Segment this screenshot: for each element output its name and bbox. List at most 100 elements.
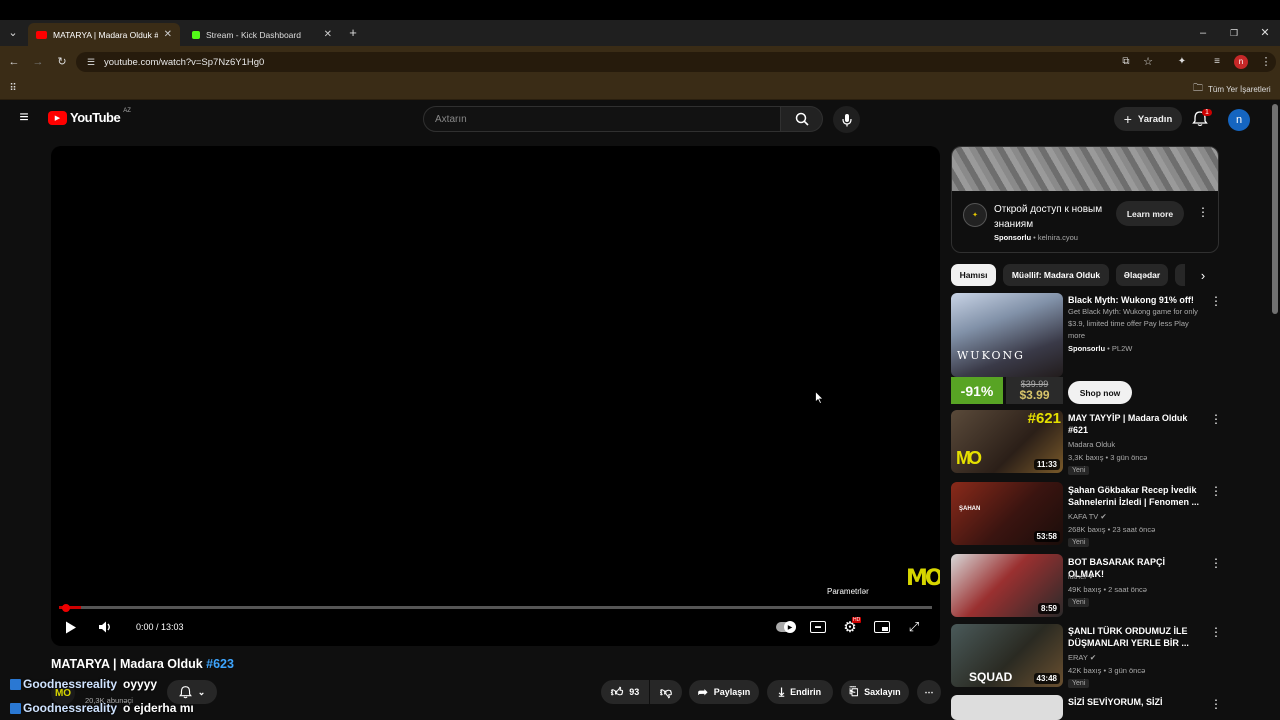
scrubber-handle[interactable] xyxy=(62,603,70,612)
tab-kick[interactable]: Stream - Kick Dashboard ✕ xyxy=(184,23,340,46)
save-button[interactable]: ⎗ Saxlayın xyxy=(841,680,909,704)
learn-more-button[interactable]: Learn more xyxy=(1116,201,1184,226)
video-player[interactable]: MO Parametrlər 0:00 / 13:03 ▶ ▬ ⚙ HD ⤢ xyxy=(51,146,940,646)
ad-title[interactable]: Открой доступ к новым знаниям xyxy=(994,202,1104,232)
thumbnail-text: WUKONG xyxy=(957,349,1025,362)
more-vert-icon[interactable]: ⋮ xyxy=(1210,485,1222,497)
recommendation-thumbnail[interactable]: WUKONG xyxy=(951,293,1063,377)
duration-badge: 8:59 xyxy=(1037,603,1060,614)
search-input[interactable]: Axtarın xyxy=(423,106,781,132)
recommendation-thumbnail[interactable] xyxy=(951,695,1063,720)
advertiser-logo[interactable]: ✦ xyxy=(963,203,987,227)
tab-youtube[interactable]: MATARYA | Madara Olduk #623 ✕ xyxy=(28,23,180,46)
fullscreen-button[interactable]: ⤢ xyxy=(907,619,921,634)
channel-watermark[interactable]: MO xyxy=(906,566,940,591)
more-vert-icon[interactable]: ⋮ xyxy=(1210,626,1222,638)
chip-related[interactable]: Əlaqədar xyxy=(1116,264,1168,286)
address-bar[interactable]: ☰ youtube.com/watch?v=Sp7Nz6Y1Hg0 xyxy=(76,52,1276,72)
browser-menu-icon[interactable]: ⋮ xyxy=(1259,55,1273,69)
profile-avatar[interactable]: n xyxy=(1234,55,1248,69)
create-button[interactable]: + Yaradın xyxy=(1114,107,1182,131)
tab-title: MATARYA | Madara Olduk #623 xyxy=(53,29,158,40)
more-vert-icon[interactable]: ⋮ xyxy=(1210,413,1222,425)
channel-name[interactable]: Madara Olduk xyxy=(1068,438,1115,451)
sponsored-label: Sponsorlu xyxy=(1068,344,1106,353)
account-avatar[interactable]: n xyxy=(1228,109,1250,131)
recommendation-title[interactable]: Şahan Gökbakar Recep İvedik Sahnelerini … xyxy=(1068,484,1203,508)
forward-icon[interactable]: → xyxy=(31,55,45,69)
recommendation-title[interactable]: SİZİ SEVİYORUM, SİZİ xyxy=(1068,696,1203,708)
chip-partial[interactable] xyxy=(1175,264,1185,286)
more-vert-icon[interactable]: ⋮ xyxy=(1210,698,1222,710)
volume-button[interactable] xyxy=(97,620,113,634)
youtube-logo[interactable]: ▶ YouTube AZ xyxy=(48,108,131,125)
ad-description: Get Black Myth: Wukong game for only $3.… xyxy=(1068,307,1198,340)
channel-name-text: luther xyxy=(1068,572,1087,581)
new-tab-icon[interactable]: + xyxy=(346,26,360,40)
recommendation-thumbnail[interactable]: ŞAHAN 53:58 xyxy=(951,482,1063,545)
search-button[interactable] xyxy=(781,106,823,132)
progress-bar[interactable] xyxy=(59,603,932,612)
install-app-icon[interactable]: ⧉ xyxy=(1119,55,1133,69)
voice-search-button[interactable] xyxy=(833,106,860,133)
recommendation-title[interactable]: MAY TAYYİP | Madara Olduk #621 xyxy=(1068,412,1203,436)
page-scrollbar[interactable] xyxy=(1272,104,1278,314)
download-button[interactable]: ⤓ Endirin xyxy=(767,680,833,704)
autoplay-toggle[interactable]: ▶ xyxy=(776,621,796,633)
video-hashtag[interactable]: #623 xyxy=(206,657,234,671)
play-button[interactable] xyxy=(64,620,78,634)
recommendation-thumbnail[interactable]: #621 MO 11:33 xyxy=(951,410,1063,473)
channel-name[interactable]: luther ✔ xyxy=(1068,570,1095,583)
ad-banner-image[interactable] xyxy=(952,147,1218,191)
thumbnail-logo: MO xyxy=(956,448,982,468)
video-meta: 3,3K baxış • 3 gün öncə xyxy=(1068,453,1148,462)
tab-search-icon[interactable]: ⌄ xyxy=(6,26,20,40)
chevron-down-icon: ⌄ xyxy=(197,686,206,697)
chips-next-button[interactable]: › xyxy=(1190,264,1216,286)
more-vert-icon[interactable]: ⋮ xyxy=(1210,557,1222,569)
chip-all[interactable]: Hamısı xyxy=(951,264,996,286)
dislike-button[interactable]: 👎︎ xyxy=(650,680,682,704)
like-count: 93 xyxy=(629,687,640,697)
channel-name[interactable]: ERAY ✔ xyxy=(1068,651,1096,664)
restore-icon[interactable]: ❐ xyxy=(1227,26,1241,40)
media-control-icon[interactable]: ≡ xyxy=(1210,55,1224,69)
miniplayer-button[interactable] xyxy=(874,621,890,633)
share-button[interactable]: ➦ Paylaşın xyxy=(689,680,759,704)
channel-name[interactable]: KAFA TV ✔ xyxy=(1068,510,1107,523)
close-tab-icon[interactable]: ✕ xyxy=(324,29,332,40)
shop-now-button[interactable]: Shop now xyxy=(1068,381,1132,404)
more-actions-button[interactable]: ⋯ xyxy=(917,680,941,704)
chat-overlay-message: Goodnessreality oyyyy xyxy=(10,677,157,691)
back-icon[interactable]: ← xyxy=(7,55,21,69)
recommendation-title[interactable]: Black Myth: Wukong 91% off! xyxy=(1068,294,1203,306)
all-bookmarks[interactable]: 🗀 Tüm Yer İşaretleri xyxy=(1193,81,1271,98)
extensions-icon[interactable]: ✦ xyxy=(1175,55,1189,69)
close-tab-icon[interactable]: ✕ xyxy=(164,29,172,40)
bookmark-star-icon[interactable]: ☆ xyxy=(1141,55,1155,69)
video-meta: 49K baxış • 2 saat öncə xyxy=(1068,585,1147,594)
ad-menu-icon[interactable]: ⋮ xyxy=(1197,205,1209,219)
site-info-icon[interactable]: ☰ xyxy=(84,55,98,69)
youtube-wordmark: YouTube xyxy=(70,110,121,125)
thumbnail-text: #621 xyxy=(1027,410,1061,427)
recommendation-title[interactable]: ŞANLI TÜRK ORDUMUZ İLE DÜŞMANLARI YERLE … xyxy=(1068,625,1203,649)
bookmark-icon: ⎗ xyxy=(849,685,859,698)
more-vert-icon[interactable]: ⋮ xyxy=(1210,295,1222,307)
settings-button[interactable]: ⚙ HD xyxy=(842,617,862,636)
hamburger-menu-icon[interactable]: ≡ xyxy=(16,110,32,126)
apps-grid-icon[interactable]: ⠿ xyxy=(6,82,20,96)
sponsored-ad-card[interactable]: ✦ Открой доступ к новым знаниям Sponsorl… xyxy=(951,146,1219,253)
notifications-button[interactable]: 1 xyxy=(1192,109,1212,128)
chip-author[interactable]: Müəllif: Madara Olduk xyxy=(1003,264,1109,286)
minimize-icon[interactable]: – xyxy=(1196,26,1210,40)
recommendation-thumbnail[interactable]: SQUAD 43:48 xyxy=(951,624,1063,687)
discount-badge: -91% xyxy=(951,377,1003,404)
subtitles-button[interactable]: ▬ xyxy=(810,621,826,633)
close-window-icon[interactable]: ✕ xyxy=(1258,26,1272,40)
channel-name-text: ERAY xyxy=(1068,653,1088,662)
reload-icon[interactable]: ↻ xyxy=(55,55,69,69)
plus-icon: + xyxy=(1123,111,1132,127)
recommendation-thumbnail[interactable]: 8:59 xyxy=(951,554,1063,617)
like-button[interactable]: 👍︎ 93 xyxy=(601,680,649,704)
